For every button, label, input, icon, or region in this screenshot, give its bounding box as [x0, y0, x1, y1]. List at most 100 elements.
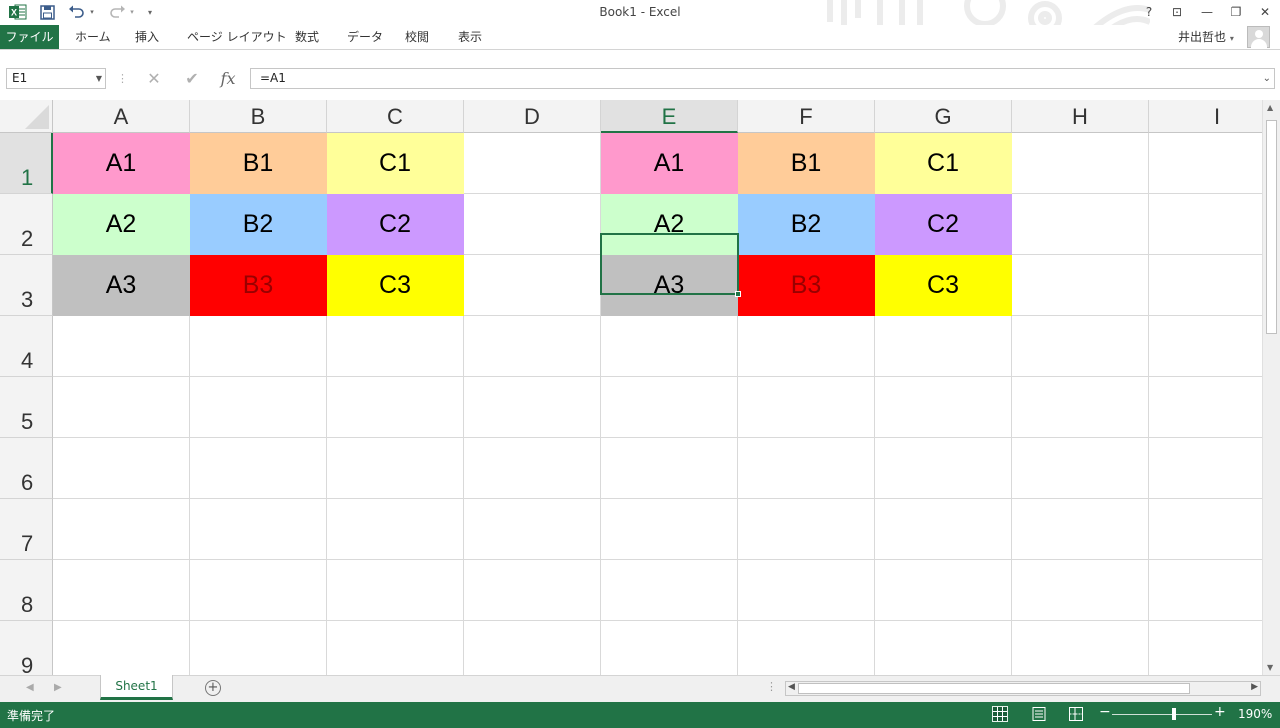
row-header-5[interactable]: 5 [0, 377, 53, 438]
cell-a3[interactable]: A3 [53, 255, 190, 316]
vertical-scroll-thumb[interactable] [1266, 120, 1277, 334]
cell-c3[interactable]: C3 [327, 255, 464, 316]
cell-d3[interactable] [464, 255, 601, 316]
fill-handle[interactable] [735, 291, 741, 297]
select-all-button[interactable] [0, 100, 53, 133]
cell-e1[interactable]: A1 [601, 133, 738, 194]
row-header-3[interactable]: 3 [0, 255, 53, 316]
column-header-e[interactable]: E [601, 100, 738, 133]
cell-i2[interactable] [1149, 194, 1262, 255]
worksheet-grid[interactable]: ABCDEFGHI 123456789 A1 B1 C1 A1 B1 C1 A2 B2 C2 A2… [0, 100, 1262, 675]
row-header-9[interactable]: 9 [0, 621, 53, 675]
cell-i9[interactable] [1149, 621, 1262, 675]
page-break-preview-icon[interactable] [1068, 706, 1084, 722]
name-box-dropdown-icon[interactable]: ▼ [96, 69, 102, 88]
cell-i6[interactable] [1149, 438, 1262, 499]
cell-g7[interactable] [875, 499, 1012, 560]
cell-e2[interactable]: A2 [601, 194, 738, 255]
cell-i4[interactable] [1149, 316, 1262, 377]
tab-review[interactable]: 校閲 [405, 25, 429, 49]
cell-f3[interactable]: B3 [738, 255, 875, 316]
restore-button[interactable]: ❐ [1225, 3, 1247, 21]
column-header-b[interactable]: B [190, 100, 327, 133]
cell-b8[interactable] [190, 560, 327, 621]
cell-e8[interactable] [601, 560, 738, 621]
cell-i5[interactable] [1149, 377, 1262, 438]
cell-a6[interactable] [53, 438, 190, 499]
cell-b1[interactable]: B1 [190, 133, 327, 194]
cell-f6[interactable] [738, 438, 875, 499]
cell-c6[interactable] [327, 438, 464, 499]
column-header-d[interactable]: D [464, 100, 601, 133]
name-box[interactable]: E1 ▼ [6, 68, 106, 89]
tab-home[interactable]: ホーム [75, 25, 111, 49]
formula-input[interactable]: =A1 ⌄ [250, 68, 1275, 89]
cell-b5[interactable] [190, 377, 327, 438]
cell-h6[interactable] [1012, 438, 1149, 499]
cell-f9[interactable] [738, 621, 875, 675]
row-header-8[interactable]: 8 [0, 560, 53, 621]
cell-e4[interactable] [601, 316, 738, 377]
user-menu-chevron-icon[interactable]: ▾ [1230, 34, 1234, 43]
tab-insert[interactable]: 挿入 [135, 25, 159, 49]
insert-function-icon[interactable]: fx [216, 68, 240, 89]
tab-formulas[interactable]: 数式 [295, 25, 319, 49]
cell-f4[interactable] [738, 316, 875, 377]
cell-g3[interactable]: C3 [875, 255, 1012, 316]
expand-formula-bar-icon[interactable]: ⌄ [1263, 69, 1271, 88]
cell-g4[interactable] [875, 316, 1012, 377]
cell-h5[interactable] [1012, 377, 1149, 438]
cell-d7[interactable] [464, 499, 601, 560]
tab-page-layout[interactable]: ページ レイアウト [187, 25, 287, 49]
cell-b4[interactable] [190, 316, 327, 377]
cell-e6[interactable] [601, 438, 738, 499]
cell-c5[interactable] [327, 377, 464, 438]
help-button[interactable]: ? [1138, 3, 1160, 21]
cell-f5[interactable] [738, 377, 875, 438]
previous-sheet-icon[interactable]: ◀ [26, 682, 34, 693]
row-header-4[interactable]: 4 [0, 316, 53, 377]
ribbon-display-options-button[interactable]: ⊡ [1166, 3, 1188, 21]
cell-i8[interactable] [1149, 560, 1262, 621]
cell-g5[interactable] [875, 377, 1012, 438]
scroll-left-icon[interactable]: ◀ [788, 682, 795, 692]
close-button[interactable]: ✕ [1254, 3, 1276, 21]
cell-g2[interactable]: C2 [875, 194, 1012, 255]
formula-bar-grip-icon[interactable]: ⋮ [117, 68, 128, 89]
sheet-tab-sheet1[interactable]: Sheet1 [100, 675, 173, 700]
cell-c1[interactable]: C1 [327, 133, 464, 194]
cell-a1[interactable]: A1 [53, 133, 190, 194]
cell-d1[interactable] [464, 133, 601, 194]
column-header-i[interactable]: I [1149, 100, 1262, 133]
zoom-in-button[interactable]: + [1214, 704, 1226, 720]
cell-b2[interactable]: B2 [190, 194, 327, 255]
cell-e5[interactable] [601, 377, 738, 438]
avatar[interactable] [1247, 26, 1270, 48]
scroll-up-icon[interactable]: ▲ [1267, 103, 1273, 112]
cell-d5[interactable] [464, 377, 601, 438]
row-header-1[interactable]: 1 [0, 133, 53, 194]
cell-h9[interactable] [1012, 621, 1149, 675]
cell-b6[interactable] [190, 438, 327, 499]
cell-a5[interactable] [53, 377, 190, 438]
cell-f7[interactable] [738, 499, 875, 560]
cell-b9[interactable] [190, 621, 327, 675]
cell-h7[interactable] [1012, 499, 1149, 560]
zoom-level[interactable]: 190% [1238, 707, 1272, 721]
cell-c7[interactable] [327, 499, 464, 560]
user-name-label[interactable]: 井出哲也 [1178, 30, 1226, 44]
scroll-down-icon[interactable]: ▼ [1267, 663, 1273, 672]
zoom-slider-track[interactable] [1112, 714, 1212, 715]
cell-h1[interactable] [1012, 133, 1149, 194]
column-header-h[interactable]: H [1012, 100, 1149, 133]
cell-c9[interactable] [327, 621, 464, 675]
cell-g6[interactable] [875, 438, 1012, 499]
cell-d8[interactable] [464, 560, 601, 621]
cell-f1[interactable]: B1 [738, 133, 875, 194]
cell-a7[interactable] [53, 499, 190, 560]
zoom-slider-thumb[interactable] [1172, 708, 1176, 720]
horizontal-scrollbar[interactable]: ◀ ▶ [785, 681, 1261, 696]
cell-g1[interactable]: C1 [875, 133, 1012, 194]
cell-f8[interactable] [738, 560, 875, 621]
column-header-g[interactable]: G [875, 100, 1012, 133]
